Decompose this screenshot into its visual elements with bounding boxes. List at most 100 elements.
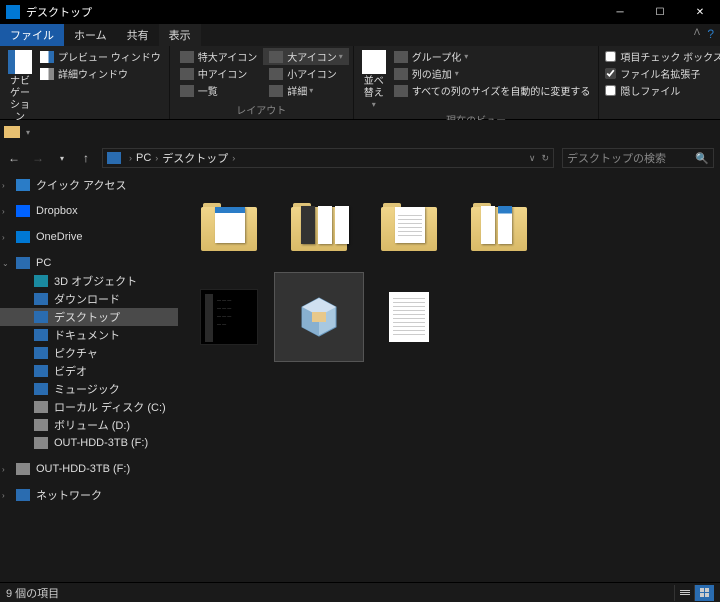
extensions-checkbox[interactable]: [605, 68, 616, 79]
sidebar-out-hdd-f[interactable]: OUT-HDD-3TB (F:): [0, 434, 178, 452]
forward-button[interactable]: →: [30, 150, 46, 166]
expand-icon[interactable]: ›: [2, 465, 12, 474]
dark-file-icon: — — —— — —— — —— —: [200, 289, 258, 345]
group-label-layout: レイアウト: [174, 102, 349, 119]
xl-icon: [180, 51, 194, 63]
checkboxes-checkbox[interactable]: [605, 51, 616, 62]
sidebar-pictures[interactable]: ピクチャ: [0, 344, 178, 362]
content-pane[interactable]: — — —— — —— — —— —: [178, 172, 720, 582]
tab-share[interactable]: 共有: [117, 24, 159, 46]
tab-view[interactable]: 表示: [159, 24, 201, 46]
chevron-icon[interactable]: ›: [155, 153, 158, 163]
main-area: ›クイック アクセス ›Dropbox ›OneDrive ⌄PC 3D オブジ…: [0, 172, 720, 582]
crumb-desktop[interactable]: デスクトップ: [162, 150, 228, 166]
refresh-icon[interactable]: ↻: [541, 153, 549, 164]
details-view-icon: [269, 85, 283, 97]
folder-item[interactable]: [454, 182, 544, 272]
item-count: 9 個の項目: [6, 585, 59, 601]
sort-button[interactable]: 並べ替え ▾: [358, 48, 390, 112]
sidebar-quick-access[interactable]: ›クイック アクセス: [0, 176, 178, 194]
l-icon: [269, 51, 283, 63]
file-item[interactable]: [364, 272, 454, 362]
sidebar-pc[interactable]: ⌄PC: [0, 254, 178, 272]
sidebar-local-disk-c[interactable]: ローカル ディスク (C:): [0, 398, 178, 416]
minimize-button[interactable]: ─: [600, 0, 640, 24]
search-input[interactable]: デスクトップの検索 🔍: [562, 148, 714, 168]
sidebar-videos[interactable]: ビデオ: [0, 362, 178, 380]
expand-icon[interactable]: ›: [2, 207, 12, 216]
layout-l-icons[interactable]: 大アイコン▾: [263, 48, 349, 65]
sidebar-volume-d[interactable]: ボリューム (D:): [0, 416, 178, 434]
hidden-checkbox[interactable]: [605, 85, 616, 96]
details-view-toggle[interactable]: [674, 585, 694, 601]
video-icon: [34, 365, 48, 377]
folder-item[interactable]: [184, 182, 274, 272]
up-button[interactable]: ↑: [78, 150, 94, 166]
layout-m-icons[interactable]: 中アイコン: [174, 65, 264, 82]
layout-xl-icons[interactable]: 特大アイコン: [174, 48, 264, 65]
icons-view-toggle[interactable]: [694, 585, 714, 601]
group-by-button[interactable]: グループ化▾: [390, 48, 595, 65]
sidebar-dropbox[interactable]: ›Dropbox: [0, 202, 178, 220]
maximize-button[interactable]: ☐: [640, 0, 680, 24]
checkboxes-toggle[interactable]: 項目チェック ボックス: [603, 48, 720, 65]
music-icon: [34, 383, 48, 395]
breadcrumb[interactable]: › PC › デスクトップ › ∨ ↻: [102, 148, 554, 168]
ribbon-collapse-icon[interactable]: ᐱ: [694, 27, 700, 38]
m-icon: [180, 68, 194, 80]
folder-qat-icon[interactable]: [4, 126, 20, 138]
expand-icon[interactable]: ›: [2, 181, 12, 190]
search-icon[interactable]: 🔍: [695, 152, 709, 165]
sidebar-network[interactable]: ›ネットワーク: [0, 486, 178, 504]
add-columns-button[interactable]: 列の追加▾: [390, 65, 595, 82]
dropbox-icon: [16, 205, 30, 217]
qat-dropdown-icon[interactable]: ▾: [26, 128, 30, 137]
autosize-columns-button[interactable]: すべての列のサイズを自動的に変更する: [390, 82, 595, 99]
sidebar-onedrive[interactable]: ›OneDrive: [0, 228, 178, 246]
tab-file[interactable]: ファイル: [0, 24, 64, 46]
tab-home[interactable]: ホーム: [64, 24, 117, 46]
sidebar-documents[interactable]: ドキュメント: [0, 326, 178, 344]
pc-icon: [16, 257, 30, 269]
sidebar-downloads[interactable]: ダウンロード: [0, 290, 178, 308]
hidden-files-toggle[interactable]: 隠しファイル: [603, 82, 720, 99]
preview-pane-button[interactable]: プレビュー ウィンドウ: [36, 48, 165, 65]
crumb-pc[interactable]: PC: [136, 152, 151, 164]
chevron-icon[interactable]: ›: [232, 153, 235, 163]
sidebar-desktop[interactable]: デスクトップ: [0, 308, 178, 326]
details-pane-button[interactable]: 詳細ウィンドウ: [36, 65, 165, 82]
ribbon: ナビゲーション ウィンドウ ▾ プレビュー ウィンドウ 詳細ウィンドウ ペイン …: [0, 46, 720, 120]
layout-details[interactable]: 詳細▾: [263, 82, 349, 99]
sidebar-3d-objects[interactable]: 3D オブジェクト: [0, 272, 178, 290]
expand-icon[interactable]: ›: [2, 233, 12, 242]
network-icon: [16, 489, 30, 501]
ribbon-group-layout: 特大アイコン 大アイコン▾ 中アイコン 小アイコン 一覧 詳細▾ レイアウト: [170, 46, 354, 119]
autosize-icon: [394, 85, 408, 97]
recent-dropdown[interactable]: ▾: [54, 150, 70, 166]
help-icon[interactable]: ?: [707, 27, 714, 41]
collapse-icon[interactable]: ⌄: [2, 259, 12, 268]
extensions-toggle[interactable]: ファイル名拡張子: [603, 65, 720, 82]
nav-window-icon: [8, 50, 32, 74]
quick-access-toolbar: ▾: [0, 120, 720, 144]
sidebar-music[interactable]: ミュージック: [0, 380, 178, 398]
sidebar-out-hdd-f-root[interactable]: ›OUT-HDD-3TB (F:): [0, 460, 178, 478]
layout-list[interactable]: 一覧: [174, 82, 264, 99]
list-icon: [180, 85, 194, 97]
ribbon-group-current-view: 並べ替え ▾ グループ化▾ 列の追加▾ すべての列のサイズを自動的に変更する 現…: [354, 46, 600, 119]
layout-s-icons[interactable]: 小アイコン: [263, 65, 349, 82]
file-item-selected[interactable]: [274, 272, 364, 362]
back-button[interactable]: ←: [6, 150, 22, 166]
chevron-icon[interactable]: ›: [129, 153, 132, 163]
s-icon: [269, 68, 283, 80]
folder-item[interactable]: [364, 182, 454, 272]
cube-icon: [34, 275, 48, 287]
close-button[interactable]: ✕: [680, 0, 720, 24]
file-item[interactable]: — — —— — —— — —— —: [184, 272, 274, 362]
folder-item[interactable]: [274, 182, 364, 272]
disk-icon: [16, 463, 30, 475]
expand-icon[interactable]: ›: [2, 491, 12, 500]
pc-icon: [107, 152, 121, 164]
ribbon-group-show-hide: 項目チェック ボックス ファイル名拡張子 隠しファイル 選択した項目を 表示しな…: [599, 46, 720, 119]
dropdown-icon[interactable]: ∨: [529, 153, 536, 164]
